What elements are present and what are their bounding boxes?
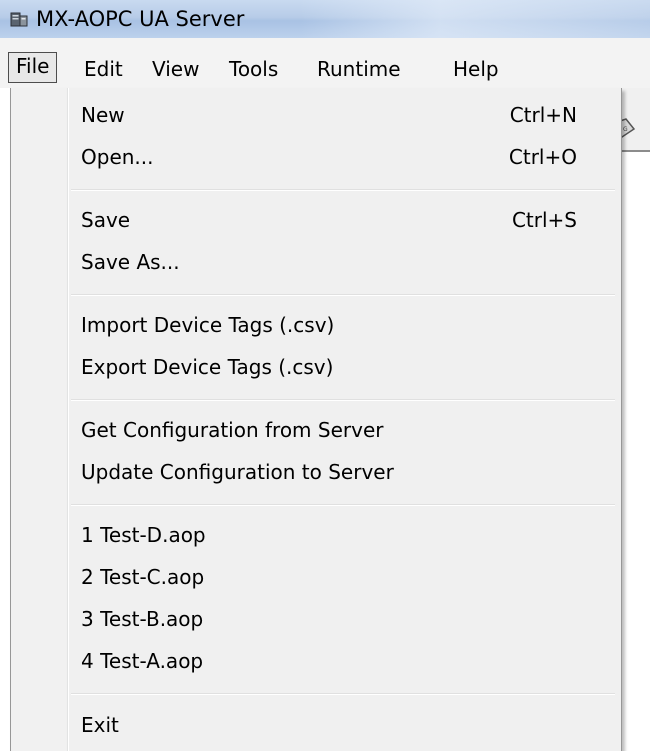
menu-item-shortcut: Ctrl+S <box>511 208 577 232</box>
menu-item-label: Save <box>81 208 131 232</box>
menu-item-open[interactable]: Open... Ctrl+O <box>81 136 595 178</box>
app-server-icon[interactable] <box>10 10 28 28</box>
menu-item-shortcut: Ctrl+N <box>509 103 577 127</box>
title-bar: MX-AOPC UA Server <box>0 0 650 38</box>
menu-item-label: Export Device Tags (.csv) <box>81 355 334 379</box>
gutter-divider-highlight <box>68 88 69 751</box>
menu-file[interactable]: File <box>8 52 58 83</box>
menu-item-label: Import Device Tags (.csv) <box>81 313 335 337</box>
menu-item-label: Get Configuration from Server <box>81 418 384 442</box>
menu-item-label: 4 Test-A.aop <box>81 649 204 673</box>
file-dropdown-menu: New Ctrl+N Open... Ctrl+O Save Ctrl+S Sa… <box>10 88 622 751</box>
menu-item-label: 1 Test-D.aop <box>81 523 206 547</box>
menu-item-label: Open... <box>81 145 154 169</box>
menu-item-label: Exit <box>81 713 119 737</box>
menu-item-label: 3 Test-B.aop <box>81 607 204 631</box>
menu-icon-gutter <box>11 88 66 751</box>
menu-separator <box>71 504 615 506</box>
menu-item-save[interactable]: Save Ctrl+S <box>81 199 595 241</box>
title-bar-glow <box>300 0 650 38</box>
menu-separator <box>71 399 615 401</box>
menu-item-recent-file-2[interactable]: 2 Test-C.aop <box>81 556 595 598</box>
menu-help[interactable]: Help <box>445 54 507 88</box>
menu-item-export-device-tags[interactable]: Export Device Tags (.csv) <box>81 346 595 388</box>
menu-item-label: Update Configuration to Server <box>81 460 394 484</box>
menu-item-recent-file-3[interactable]: 3 Test-B.aop <box>81 598 595 640</box>
menu-item-label: Save As... <box>81 250 180 274</box>
menu-item-import-device-tags[interactable]: Import Device Tags (.csv) <box>81 304 595 346</box>
menu-item-label: New <box>81 103 125 127</box>
window-title: MX-AOPC UA Server <box>36 7 245 31</box>
menu-item-get-configuration[interactable]: Get Configuration from Server <box>81 409 595 451</box>
menu-item-shortcut: Ctrl+O <box>508 145 577 169</box>
menu-tools[interactable]: Tools <box>221 54 286 88</box>
menu-view[interactable]: View <box>144 54 207 88</box>
menu-runtime[interactable]: Runtime <box>309 54 409 88</box>
svg-text:G: G <box>623 126 628 133</box>
menu-separator <box>71 294 615 296</box>
menu-item-new[interactable]: New Ctrl+N <box>81 94 595 136</box>
menu-item-recent-file-1[interactable]: 1 Test-D.aop <box>81 514 595 556</box>
menu-item-exit[interactable]: Exit <box>81 704 595 746</box>
menu-edit[interactable]: Edit <box>76 54 131 88</box>
menu-item-recent-file-4[interactable]: 4 Test-A.aop <box>81 640 595 682</box>
menu-separator <box>71 189 615 191</box>
menu-separator <box>71 693 615 695</box>
menu-item-update-configuration[interactable]: Update Configuration to Server <box>81 451 595 493</box>
menu-item-label: 2 Test-C.aop <box>81 565 205 589</box>
menu-item-save-as[interactable]: Save As... <box>81 241 595 283</box>
